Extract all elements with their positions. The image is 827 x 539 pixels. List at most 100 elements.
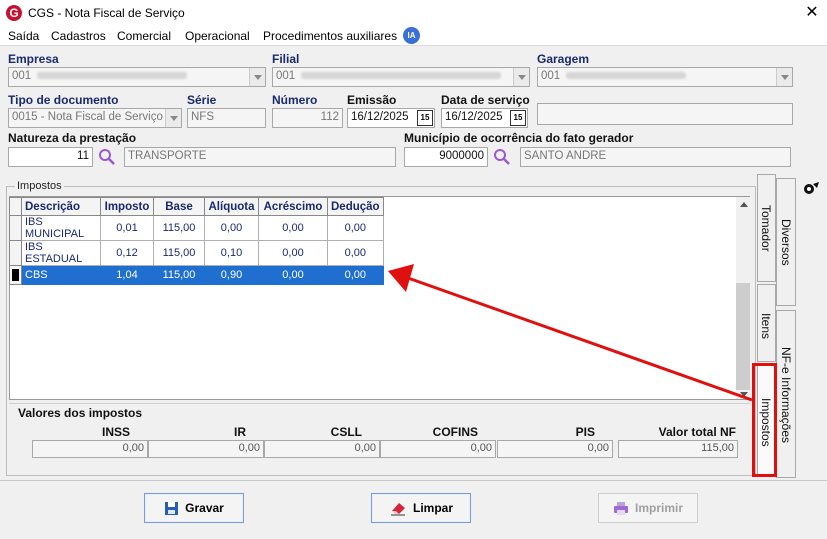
imprimir-button[interactable]: Imprimir — [598, 493, 698, 523]
empresa-value: 001 — [12, 70, 32, 82]
table-header-row: Descrição Imposto Base Alíquota Acréscim… — [9, 197, 384, 216]
tab-nfe-informacoes[interactable]: NF-e Informações — [776, 310, 796, 478]
cell-base[interactable]: 115,00 — [153, 215, 205, 241]
pis-label: PIS — [575, 425, 595, 439]
calendar-icon[interactable]: 15 — [510, 110, 526, 126]
cell-imposto[interactable]: 0,01 — [100, 215, 154, 241]
col-imposto[interactable]: Imposto — [100, 197, 154, 216]
emissao-label: Emissão — [347, 93, 397, 107]
municipio-code-field[interactable]: 9000000 — [404, 147, 488, 167]
cell-base[interactable]: 115,00 — [153, 240, 205, 266]
filial-select[interactable]: 001 — [272, 67, 530, 87]
chevron-down-icon[interactable] — [165, 109, 181, 127]
chevron-down-icon[interactable] — [249, 68, 265, 86]
calendar-icon[interactable]: 15 — [417, 110, 433, 126]
natureza-description-field: TRANSPORTE — [124, 147, 396, 167]
row-indicator-header — [9, 197, 22, 216]
cell-deducao[interactable]: 0,00 — [327, 240, 384, 266]
natureza-code-field[interactable]: 11 — [8, 147, 93, 167]
table-row[interactable]: IBS ESTADUAL 0,12 115,00 0,10 0,00 0,00 — [9, 240, 384, 266]
limpar-button[interactable]: Limpar — [371, 493, 471, 523]
limpar-label: Limpar — [412, 501, 453, 515]
tab-diversos[interactable]: Diversos — [776, 178, 796, 306]
menu-operacional[interactable]: Operacional — [185, 29, 250, 43]
emissao-field[interactable]: 16/12/2025 15 — [347, 108, 435, 128]
close-icon[interactable]: ✕ — [801, 2, 823, 24]
cell-aliquota[interactable]: 0,10 — [204, 240, 259, 266]
cell-descricao[interactable]: CBS — [21, 265, 101, 285]
tipo-documento-value: 0015 - Nota Fiscal de Serviço — [12, 111, 163, 123]
search-icon[interactable] — [98, 148, 116, 166]
menu-saida[interactable]: Saída — [8, 29, 39, 43]
emissao-value: 16/12/2025 — [351, 111, 409, 123]
eye-icon[interactable] — [803, 181, 820, 195]
menu-comercial[interactable]: Comercial — [117, 29, 171, 43]
filial-label: Filial — [272, 52, 300, 66]
table-row-selected[interactable]: CBS 1,04 115,00 0,90 0,00 0,00 — [9, 265, 384, 285]
chevron-down-icon[interactable] — [776, 68, 792, 86]
garagem-value: 001 — [541, 70, 561, 82]
printer-icon — [613, 501, 628, 515]
ir-label: IR — [234, 425, 246, 439]
cell-acrescimo[interactable]: 0,00 — [258, 265, 328, 285]
window-title: CGS - Nota Fiscal de Serviço — [28, 6, 185, 20]
cell-acrescimo[interactable]: 0,00 — [258, 240, 328, 266]
inss-value: 0,00 — [32, 440, 148, 458]
gravar-button[interactable]: Gravar — [144, 493, 244, 523]
scroll-up-icon[interactable] — [740, 202, 748, 207]
col-aliquota[interactable]: Alíquota — [204, 197, 259, 216]
col-deducao[interactable]: Dedução — [327, 197, 384, 216]
col-descricao[interactable]: Descrição — [21, 197, 101, 216]
cell-deducao[interactable]: 0,00 — [327, 265, 384, 285]
tipo-documento-label: Tipo de documento — [8, 93, 119, 107]
filial-value: 001 — [276, 70, 296, 82]
impostos-table[interactable]: Descrição Imposto Base Alíquota Acréscim… — [9, 197, 384, 285]
numero-field[interactable]: 112 — [272, 108, 343, 128]
chevron-down-icon[interactable] — [513, 68, 529, 86]
menu-procedimentos-auxiliares[interactable]: Procedimentos auxiliares — [263, 29, 397, 43]
table-row[interactable]: IBS MUNICIPAL 0,01 115,00 0,00 0,00 0,00 — [9, 215, 384, 241]
blank-field — [537, 103, 793, 125]
serie-field[interactable]: NFS — [187, 108, 266, 128]
cell-imposto[interactable]: 0,12 — [100, 240, 154, 266]
cell-acrescimo[interactable]: 0,00 — [258, 215, 328, 241]
ir-value: 0,00 — [148, 440, 264, 458]
cell-descricao[interactable]: IBS ESTADUAL — [21, 240, 101, 266]
data-servico-value: 16/12/2025 — [445, 111, 503, 123]
municipio-label: Município de ocorrência do fato gerador — [404, 131, 634, 145]
cell-imposto[interactable]: 1,04 — [100, 265, 154, 285]
cofins-label: COFINS — [432, 425, 478, 439]
cofins-value: 0,00 — [380, 440, 496, 458]
cell-aliquota[interactable]: 0,00 — [204, 215, 259, 241]
empresa-select[interactable]: 001 — [8, 67, 266, 87]
data-servico-label: Data de serviço — [441, 93, 530, 107]
natureza-label: Natureza da prestação — [8, 131, 137, 145]
valores-title: Valores dos impostos — [18, 406, 143, 420]
eraser-icon — [390, 502, 405, 515]
valor-total-value: 115,00 — [618, 440, 738, 458]
menu-cadastros[interactable]: Cadastros — [51, 29, 106, 43]
row-indicator-current — [9, 265, 22, 285]
garagem-label: Garagem — [537, 52, 590, 66]
tipo-documento-select[interactable]: 0015 - Nota Fiscal de Serviço — [8, 108, 182, 128]
ia-assistant-icon[interactable]: IA — [403, 27, 420, 44]
csll-label: CSLL — [330, 425, 362, 439]
garagem-select[interactable]: 001 — [537, 67, 793, 87]
municipio-description-field: SANTO ANDRE — [520, 147, 791, 167]
save-icon — [165, 501, 179, 515]
col-acrescimo[interactable]: Acréscimo — [258, 197, 328, 216]
pis-value: 0,00 — [497, 440, 613, 458]
valor-total-label: Valor total NF — [658, 425, 736, 439]
cell-base[interactable]: 115,00 — [153, 265, 205, 285]
cell-deducao[interactable]: 0,00 — [327, 215, 384, 241]
app-logo-icon: G — [6, 5, 22, 21]
csll-value: 0,00 — [264, 440, 380, 458]
data-servico-field[interactable]: 16/12/2025 15 — [441, 108, 528, 128]
gravar-label: Gravar — [185, 501, 224, 515]
row-indicator — [9, 215, 22, 241]
impostos-group-title: Impostos — [15, 180, 64, 192]
search-icon[interactable] — [493, 148, 511, 166]
col-base[interactable]: Base — [153, 197, 205, 216]
cell-descricao[interactable]: IBS MUNICIPAL — [21, 215, 101, 241]
cell-aliquota[interactable]: 0,90 — [204, 265, 259, 285]
